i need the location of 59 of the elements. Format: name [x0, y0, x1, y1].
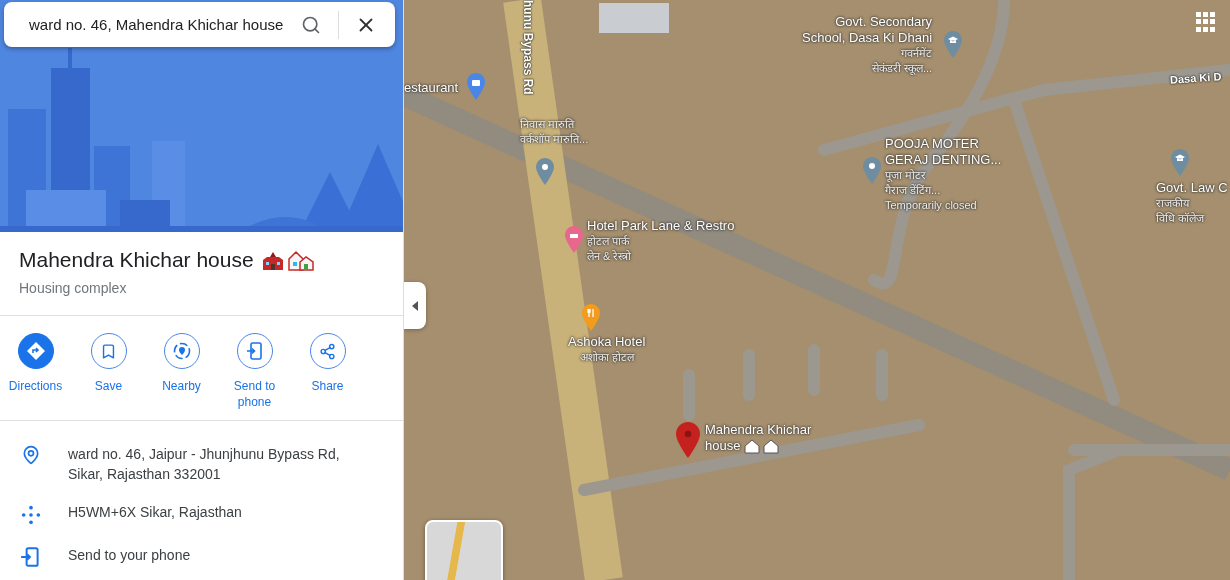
dots-icon: [20, 503, 42, 527]
send-button[interactable]: Send to phone: [218, 333, 291, 410]
place-sublabel: वर्कशॉप मारुति...: [520, 132, 589, 147]
place-label[interactable]: School, Dasa Ki Dhani: [802, 30, 933, 46]
map-pin-icon[interactable]: [536, 158, 554, 185]
place-label[interactable]: POOJA MOTER: [885, 136, 979, 152]
place-sublabel: लेन & रेस्त्रो: [587, 249, 632, 264]
share-button[interactable]: Share: [291, 333, 364, 410]
detail-text[interactable]: Send to your phone: [68, 545, 368, 565]
graduation-cap-pin-icon[interactable]: [1171, 149, 1189, 176]
detail-text[interactable]: H5WM+6X Sikar, Rajasthan: [68, 502, 368, 522]
place-label[interactable]: GERAJ DENTING...: [885, 152, 1002, 168]
search-input[interactable]: ward no. 46, Mahendra Khichar house: [27, 15, 298, 34]
save-button[interactable]: Save: [72, 333, 145, 410]
search-field[interactable]: ward no. 46, Mahendra Khichar house: [4, 2, 395, 47]
rooftop: [599, 3, 669, 33]
share-icon: [319, 342, 336, 360]
place-label[interactable]: Govt. Law C: [1156, 180, 1228, 196]
place-title: Mahendra Khichar house: [19, 248, 254, 272]
place-label[interactable]: house: [705, 438, 741, 454]
bookmark-icon: [100, 342, 117, 360]
caret-left-icon: [412, 300, 418, 311]
phone-send-icon: [244, 341, 265, 361]
search-icon: [301, 14, 321, 35]
place-sublabel: गवर्नमेंट: [901, 46, 933, 61]
place-label[interactable]: Ashoka Hotel: [568, 334, 646, 350]
place-sublabel: पूजा मोटर: [885, 168, 927, 183]
place-label[interactable]: Hotel Park Lane & Restro: [587, 218, 735, 234]
place-sublabel: राजकीय: [1156, 196, 1189, 211]
place-sublabel: विधि कॉलेज: [1156, 211, 1205, 226]
map-pin-icon[interactable]: [863, 157, 881, 184]
nearby-icon: [171, 341, 192, 361]
place-sublabel: निवास मारुति: [520, 117, 575, 132]
fork-knife-pin-icon[interactable]: [582, 304, 600, 331]
place-label[interactable]: Govt. Secondary: [835, 14, 933, 30]
location-pin-icon[interactable]: [676, 421, 700, 459]
place-sublabel: Temporarily closed: [885, 198, 977, 213]
place-sublabel: अशोका होटल: [579, 350, 634, 365]
houses-icon: [287, 249, 314, 271]
nearby-button[interactable]: Nearby: [145, 333, 218, 410]
place-label[interactable]: Mahendra Khichar: [705, 422, 812, 438]
phone-send-icon: [20, 546, 42, 568]
place-sublabel: गैराज डेंटिंग...: [885, 183, 941, 198]
place-category: Housing complex: [19, 280, 128, 296]
road-name: hunu Bypass Rd: [521, 0, 535, 95]
location-pin-icon: [21, 445, 41, 465]
road-name: Dasa Ki D: [1169, 70, 1222, 86]
shopping-pin-icon[interactable]: [467, 73, 485, 100]
directions-icon: [25, 341, 46, 361]
place-sublabel: होटल पार्क: [587, 234, 630, 249]
graduation-cap-pin-icon[interactable]: [944, 31, 962, 58]
bed-pin-icon[interactable]: [565, 226, 583, 253]
apps-grid-button[interactable]: [1196, 12, 1216, 32]
collapse-panel-button[interactable]: [404, 282, 426, 329]
detail-text[interactable]: ward no. 46, Jaipur - Jhunjhunu Bypass Rd, Sikar, Rajasthan 332001: [68, 444, 368, 484]
place-label[interactable]: estaurant: [404, 80, 459, 96]
directions-button[interactable]: Directions: [0, 333, 72, 410]
layers-button[interactable]: [425, 520, 503, 580]
place-sublabel: सेकंडरी स्कूल...: [871, 61, 933, 76]
